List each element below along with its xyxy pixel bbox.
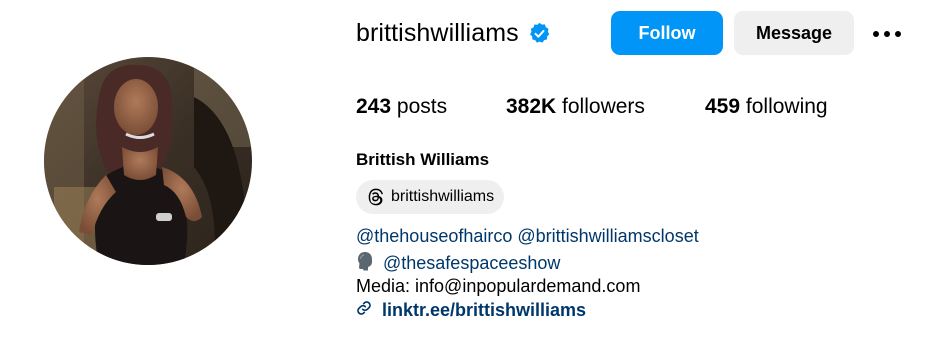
profile-avatar[interactable]	[44, 57, 252, 265]
posts-count: 243	[356, 95, 392, 118]
posts-stat[interactable]: 243 posts	[356, 95, 447, 119]
followers-label: followers	[562, 95, 645, 118]
speaking-head-icon	[356, 251, 374, 276]
following-label: following	[745, 95, 828, 118]
bio-link-text[interactable]: linktr.ee/brittishwilliams	[382, 300, 586, 321]
followers-stat[interactable]: 382K followers	[506, 95, 645, 119]
message-button[interactable]: Message	[734, 11, 854, 55]
following-stat[interactable]: 459 following	[705, 95, 828, 119]
bio-external-link[interactable]: linktr.ee/brittishwilliams	[356, 300, 586, 321]
threads-badge[interactable]: brittishwilliams	[356, 180, 505, 214]
bio-mention-safespace[interactable]: @thesafespaceeshow	[383, 253, 560, 274]
bio-podcast-line: @thesafespaceeshow	[356, 251, 560, 276]
threads-icon	[368, 188, 383, 206]
bio-mentions-line: @thehouseofhairco @brittishwilliamsclose…	[356, 226, 699, 247]
bio-mention-closet[interactable]: @brittishwilliamscloset	[517, 226, 698, 246]
bio-media-contact: Media: info@inpopulardemand.com	[356, 276, 641, 296]
full-name: Brittish Williams	[356, 150, 490, 169]
profile-page: brittishwilliams Follow Message 243 post…	[0, 0, 943, 339]
verified-badge-icon	[528, 22, 551, 45]
profile-header: brittishwilliams	[356, 11, 551, 56]
following-count: 459	[705, 95, 741, 118]
bio-mention-houseofhair[interactable]: @thehouseofhairco	[356, 226, 512, 246]
username: brittishwilliams	[356, 19, 519, 47]
posts-label: posts	[396, 95, 448, 118]
threads-handle: brittishwilliams	[391, 188, 495, 205]
avatar-photo	[44, 57, 252, 265]
followers-count: 382K	[506, 95, 557, 118]
link-icon	[356, 300, 372, 321]
follow-button[interactable]: Follow	[611, 11, 723, 55]
more-options-icon[interactable]	[868, 21, 906, 47]
